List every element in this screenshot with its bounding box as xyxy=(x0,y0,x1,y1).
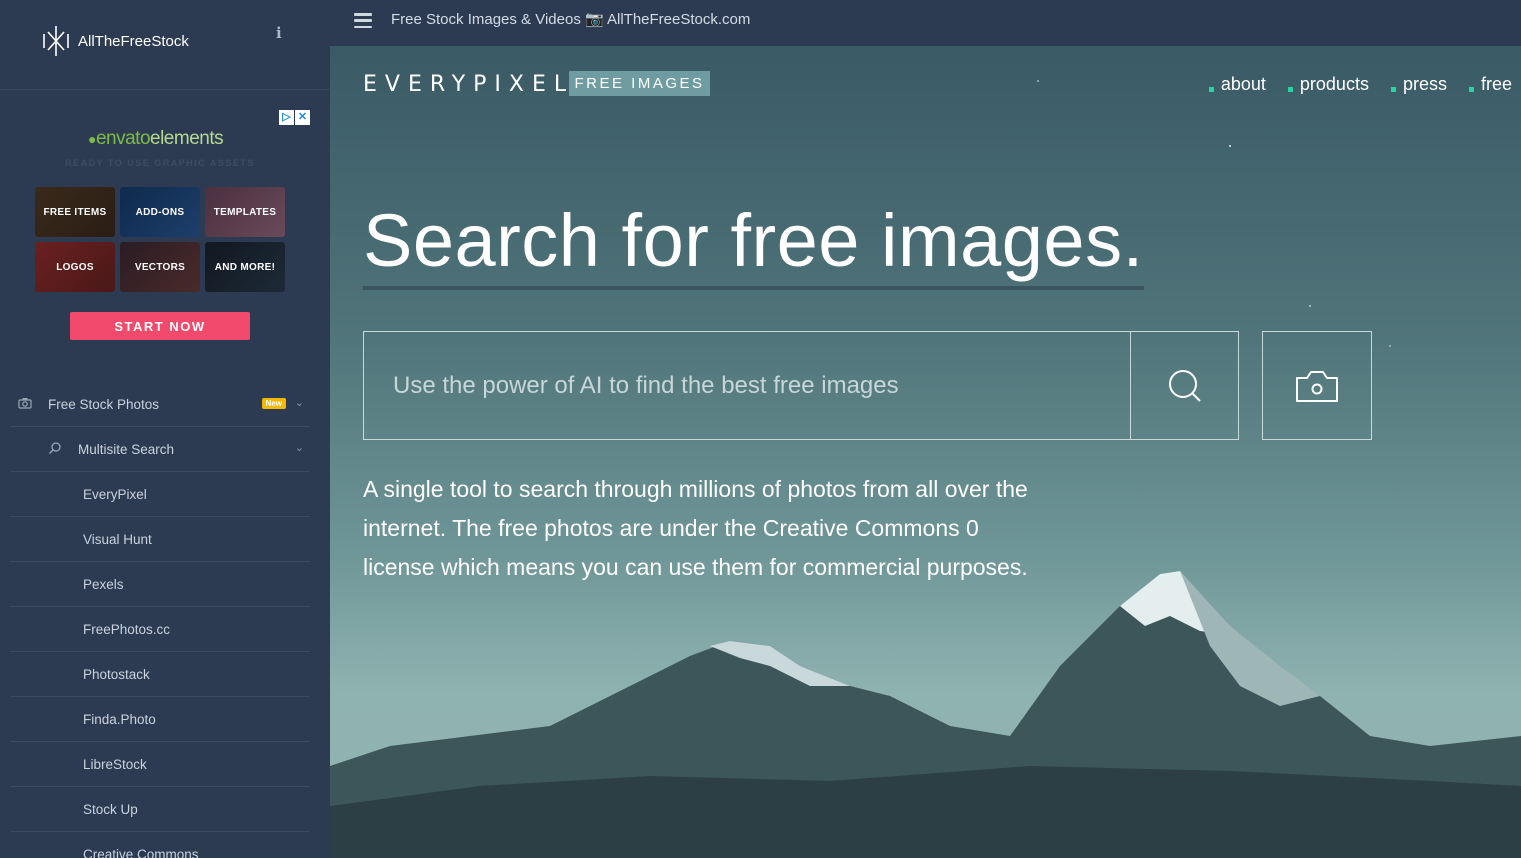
chevron-down-icon[interactable]: ⌄ xyxy=(295,441,304,454)
search-field[interactable] xyxy=(363,331,1130,440)
menu-icon[interactable] xyxy=(354,13,372,28)
sidebar-item-free-stock-photos[interactable]: Free Stock Photos New ⌄ xyxy=(10,382,310,427)
divider xyxy=(0,89,330,90)
new-badge: New xyxy=(261,398,286,409)
headline: Search for free images. xyxy=(363,198,1144,290)
hero-nav: about products press free xyxy=(1208,74,1512,95)
sidebar-item-label: Pexels xyxy=(83,576,124,592)
nav-products[interactable]: products xyxy=(1287,74,1369,95)
sidebar-item-pexels[interactable]: Pexels xyxy=(10,562,310,607)
info-icon[interactable]: i xyxy=(276,24,282,42)
sidebar: AllTheFreeStock i ▷ ✕ ●envatoelements RE… xyxy=(0,0,330,858)
sidebar-item-label: LibreStock xyxy=(83,756,147,772)
sidebar-item-creative-commons[interactable]: Creative Commons xyxy=(10,832,310,858)
brand-logo-icon xyxy=(43,26,69,56)
ad-logo-elements: elements xyxy=(150,128,224,149)
search-icon xyxy=(1168,369,1201,402)
everypixel-logo[interactable]: EVERYPIXEL xyxy=(363,72,574,97)
top-bar: Free Stock Images & Videos 📷 AllTheFreeS… xyxy=(330,0,1521,46)
search-icon xyxy=(48,441,68,458)
sidebar-item-visual-hunt[interactable]: Visual Hunt xyxy=(10,517,310,562)
sidebar-item-label: Multisite Search xyxy=(78,441,175,457)
ad-tagline: READY TO USE GRAPHIC ASSETS xyxy=(65,158,255,168)
close-icon[interactable]: ✕ xyxy=(295,110,310,125)
sidebar-item-multisite-search[interactable]: Multisite Search ⌄ xyxy=(10,427,310,472)
mountain-background-image xyxy=(330,80,1521,858)
ad-logo-envato: envato xyxy=(95,128,151,149)
chevron-down-icon[interactable]: ⌄ xyxy=(295,396,304,409)
advertisement[interactable]: ▷ ✕ ●envatoelements READY TO USE GRAPHIC… xyxy=(20,108,312,353)
nav-label: press xyxy=(1402,74,1447,94)
nav-free[interactable]: free xyxy=(1468,74,1512,95)
sidebar-nav: Free Stock Photos New ⌄ Multisite Search… xyxy=(10,382,310,858)
leaf-icon: ● xyxy=(88,131,96,147)
sidebar-item-label: Free Stock Photos xyxy=(48,396,160,412)
free-images-badge: FREE IMAGES xyxy=(569,71,710,96)
nav-label: products xyxy=(1299,74,1369,94)
everypixel-hero: EVERYPIXEL FREE IMAGES about products pr… xyxy=(330,46,1521,858)
brand[interactable]: AllTheFreeStock xyxy=(42,24,189,58)
nav-dot xyxy=(1208,87,1214,92)
search-input[interactable] xyxy=(364,332,1130,439)
brand-name: AllTheFreeStock xyxy=(78,32,189,50)
page-title: Free Stock Images & Videos 📷 AllTheFreeS… xyxy=(391,11,751,28)
camera-icon xyxy=(1296,370,1338,402)
sidebar-item-label: Creative Commons xyxy=(83,846,199,858)
ad-tile[interactable]: VECTORS xyxy=(120,242,200,292)
sidebar-item-photostack[interactable]: Photostack xyxy=(10,652,310,697)
search-bar xyxy=(363,331,1372,440)
ad-choices-badge[interactable]: ▷ ✕ xyxy=(279,110,310,125)
image-search-button[interactable] xyxy=(1262,331,1372,440)
search-button[interactable] xyxy=(1130,331,1239,440)
ad-logo: ●envatoelements xyxy=(88,128,224,150)
sidebar-item-label: Visual Hunt xyxy=(83,531,152,547)
sidebar-item-everypixel[interactable]: EveryPixel xyxy=(10,472,310,517)
sidebar-item-label: Photostack xyxy=(83,666,150,682)
sidebar-item-label: Stock Up xyxy=(83,801,138,817)
ad-tile[interactable]: TEMPLATES xyxy=(205,187,285,237)
nav-press[interactable]: press xyxy=(1390,74,1447,95)
sidebar-item-label: EveryPixel xyxy=(83,486,147,502)
sidebar-item-label: Finda.Photo xyxy=(83,711,156,727)
hero-description: A single tool to search through millions… xyxy=(363,476,1028,580)
nav-label: free xyxy=(1480,74,1512,94)
ad-tiles: FREE ITEMS ADD-ONS TEMPLATES LOGOS VECTO… xyxy=(35,187,285,292)
sidebar-item-label: FreePhotos.cc xyxy=(83,621,171,637)
start-now-button[interactable]: START NOW xyxy=(70,312,250,340)
ad-tile[interactable]: AND MORE! xyxy=(205,242,285,292)
sidebar-item-freephotos-cc[interactable]: FreePhotos.cc xyxy=(10,607,310,652)
nav-dot xyxy=(1390,87,1396,92)
ad-tile[interactable]: FREE ITEMS xyxy=(35,187,115,237)
ad-tile[interactable]: LOGOS xyxy=(35,242,115,292)
nav-dot xyxy=(1468,87,1474,92)
nav-about[interactable]: about xyxy=(1208,74,1266,95)
ad-tile[interactable]: ADD-ONS xyxy=(120,187,200,237)
nav-dot xyxy=(1287,87,1293,92)
nav-label: about xyxy=(1220,74,1266,94)
sidebar-item-finda-photo[interactable]: Finda.Photo xyxy=(10,697,310,742)
camera-icon xyxy=(18,397,38,412)
sidebar-item-librestock[interactable]: LibreStock xyxy=(10,742,310,787)
ad-choices-icon[interactable]: ▷ xyxy=(279,110,294,125)
sidebar-item-stock-up[interactable]: Stock Up xyxy=(10,787,310,832)
